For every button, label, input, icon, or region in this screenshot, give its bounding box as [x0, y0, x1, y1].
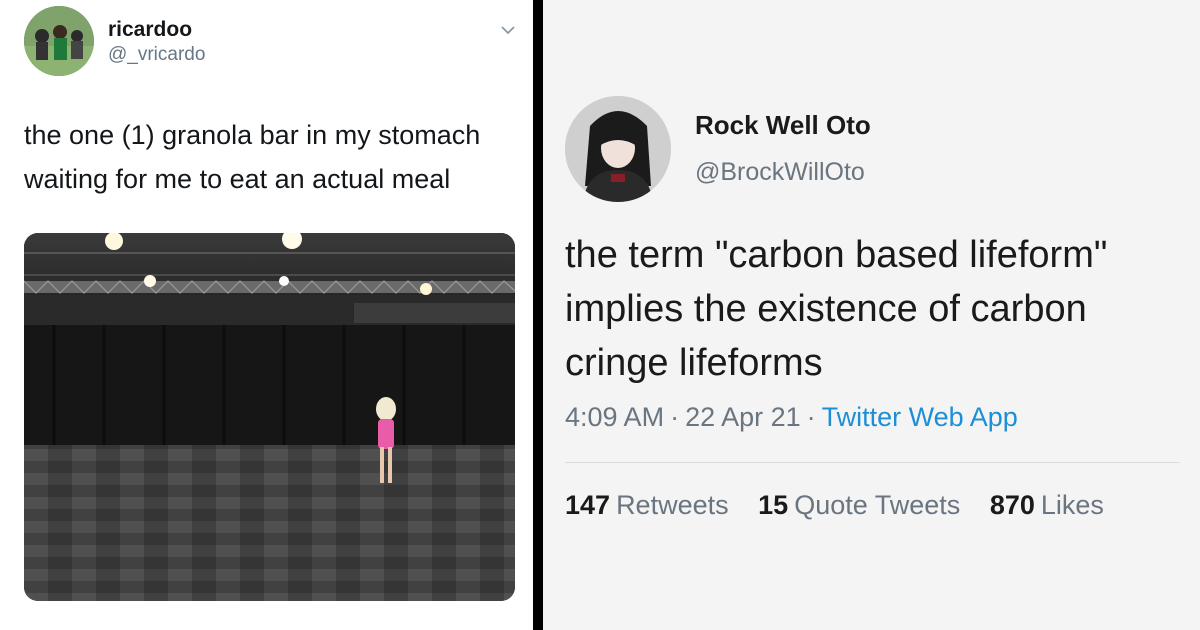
retweets-stat[interactable]: 147 Retweets: [565, 490, 729, 521]
chevron-down-icon[interactable]: [498, 20, 518, 40]
divider-line: [565, 462, 1180, 463]
left-tweet-card: ricardoo @_vricardo the one (1) granola …: [0, 0, 533, 630]
quote-tweets-stat[interactable]: 15 Quote Tweets: [758, 490, 960, 521]
meta-separator: ·: [806, 402, 816, 432]
engagement-stats: 147 Retweets 15 Quote Tweets 870 Likes: [565, 490, 1126, 521]
quote-tweet-count: 15: [758, 490, 789, 520]
tweet-media-photo[interactable]: [24, 233, 515, 601]
display-name[interactable]: Rock Well Oto: [695, 110, 871, 141]
quote-tweet-label: Quote Tweets: [794, 490, 961, 520]
like-label: Likes: [1040, 490, 1104, 520]
right-tweet-card: Rock Well Oto @BrockWillOto the term "ca…: [543, 0, 1200, 630]
avatar-image: [565, 96, 671, 202]
meta-separator: ·: [670, 402, 680, 432]
avatar[interactable]: [24, 6, 94, 76]
like-count: 870: [989, 490, 1035, 520]
tweet-text: the term "carbon based lifeform" implies…: [565, 234, 1108, 384]
retweet-count: 147: [565, 490, 611, 520]
display-name[interactable]: ricardoo: [108, 18, 192, 42]
tweet-date[interactable]: 22 Apr 21: [685, 402, 801, 432]
retweet-label: Retweets: [616, 490, 729, 520]
user-handle[interactable]: @_vricardo: [108, 44, 205, 66]
user-handle[interactable]: @BrockWillOto: [695, 158, 865, 187]
tweet-source-link[interactable]: Twitter Web App: [822, 402, 1018, 432]
avatar-image: [24, 6, 94, 76]
photo-stage-scene: [24, 233, 515, 601]
panel-divider: [533, 0, 543, 630]
tweet-time[interactable]: 4:09 AM: [565, 402, 664, 432]
avatar[interactable]: [565, 96, 671, 202]
tweet-meta: 4:09 AM · 22 Apr 21 · Twitter Web App: [565, 402, 1018, 433]
tweet-text: the one (1) granola bar in my stomach wa…: [24, 120, 481, 194]
likes-stat[interactable]: 870 Likes: [990, 490, 1104, 521]
